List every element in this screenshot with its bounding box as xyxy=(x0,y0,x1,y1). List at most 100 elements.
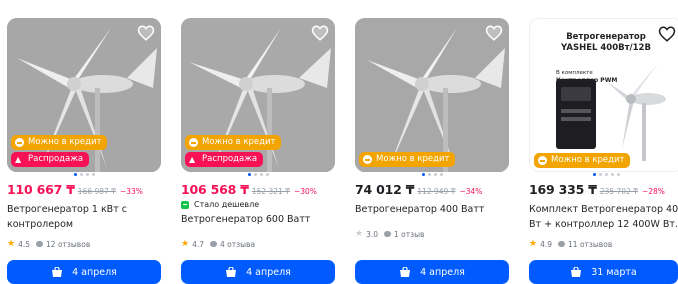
add-to-cart-button[interactable]: 4 апреля xyxy=(7,260,161,284)
delivery-date: 31 марта xyxy=(591,266,637,278)
credit-icon xyxy=(538,156,547,165)
product-card[interactable]: Можно в кредит 74 012 ₸ 112 949 ₸ −34% В… xyxy=(355,18,509,284)
product-title-line[interactable]: Вт + контроллер 12 400W Вт... xyxy=(529,217,678,232)
rating: ★ 4.5 12 отзывов xyxy=(7,239,90,249)
product-title-line[interactable]: Ветрогенератор 600 Ватт xyxy=(181,212,333,227)
old-price: 152 321 ₸ xyxy=(251,187,290,196)
rating-value: 3.0 xyxy=(366,229,379,239)
comment-icon xyxy=(210,241,218,247)
sale-badge: ▲ Распродажа xyxy=(185,152,264,167)
credit-badge-label: Можно в кредит xyxy=(202,137,276,147)
promo-subtitle-line: Контроллер PWM xyxy=(556,77,618,84)
add-to-cart-button[interactable]: 31 марта xyxy=(529,260,678,284)
credit-badge: Можно в кредит xyxy=(534,153,631,168)
rating: ★ 4.9 11 отзывов xyxy=(529,239,612,249)
discount: −33% xyxy=(119,187,143,196)
promo-title-line: YASHEL 400Вт/12В xyxy=(561,43,651,53)
price-row: 110 667 ₸ 166 987 ₸ −33% xyxy=(7,182,143,197)
comment-icon xyxy=(558,241,566,247)
shopping-bag-icon xyxy=(226,267,237,277)
shopping-bag-icon xyxy=(571,267,582,277)
delivery-date: 4 апреля xyxy=(420,266,465,278)
heart-icon[interactable] xyxy=(658,25,676,43)
comment-icon xyxy=(36,241,44,247)
credit-badge-label: Можно в кредит xyxy=(376,154,450,164)
credit-icon xyxy=(15,138,24,147)
product-title[interactable]: Ветрогенератор 600 Ватт xyxy=(181,212,333,227)
rating: ★ 3.0 1 отзыв xyxy=(355,229,424,239)
price: 74 012 ₸ xyxy=(355,182,415,197)
product-title[interactable]: Ветрогенератор 1 кВт с контролером xyxy=(7,202,159,232)
credit-badge-label: Можно в кредит xyxy=(551,155,625,165)
price-row: 74 012 ₸ 112 949 ₸ −34% xyxy=(355,182,482,197)
reviews-count[interactable]: 11 отзывов xyxy=(568,240,612,249)
discount: −28% xyxy=(641,187,665,196)
product-title-line[interactable]: Комплект Ветрогенератор 400 xyxy=(529,202,678,217)
reviews-count[interactable]: 4 отзыва xyxy=(220,240,255,249)
discount: −30% xyxy=(293,187,317,196)
product-card[interactable]: Ветрогенератор YASHEL 400Вт/12В В компле… xyxy=(529,18,678,284)
price-drop-label: Стало дешевле xyxy=(181,200,259,209)
image-pagination xyxy=(7,173,161,176)
delivery-date: 4 апреля xyxy=(72,266,117,278)
price: 110 667 ₸ xyxy=(7,182,75,197)
product-title[interactable]: Ветрогенератор 400 Ватт xyxy=(355,202,507,217)
reviews-count[interactable]: 1 отзыв xyxy=(394,230,424,239)
promo-title: Ветрогенератор YASHEL 400Вт/12В xyxy=(530,32,678,54)
credit-badge: Можно в кредит xyxy=(359,152,456,167)
price-down-icon xyxy=(181,200,189,209)
image-pagination xyxy=(181,173,335,176)
fire-icon: ▲ xyxy=(189,155,196,164)
product-card[interactable]: Можно в кредит ▲ Распродажа 110 667 ₸ 166… xyxy=(7,18,161,284)
credit-badge: Можно в кредит xyxy=(185,135,282,150)
add-to-cart-button[interactable]: 4 апреля xyxy=(181,260,335,284)
star-icon: ★ xyxy=(355,229,364,239)
promo-subtitle-line: В комплекте xyxy=(556,70,593,76)
shopping-bag-icon xyxy=(400,267,411,277)
rating-value: 4.5 xyxy=(18,239,31,249)
credit-badge-label: Можно в кредит xyxy=(28,137,102,147)
credit-badge: Можно в кредит xyxy=(11,135,108,150)
product-image[interactable]: Можно в кредит ▲ Распродажа xyxy=(181,18,335,172)
delivery-date: 4 апреля xyxy=(246,266,291,278)
fire-icon: ▲ xyxy=(15,155,22,164)
price-row: 169 335 ₸ 235 702 ₸ −28% xyxy=(529,182,665,197)
credit-icon xyxy=(363,155,372,164)
star-icon: ★ xyxy=(529,239,538,249)
old-price: 166 987 ₸ xyxy=(77,187,116,196)
heart-icon[interactable] xyxy=(485,24,503,42)
product-title[interactable]: Комплект Ветрогенератор 400 Вт + контрол… xyxy=(529,202,678,232)
star-icon: ★ xyxy=(7,239,16,249)
discount: −34% xyxy=(459,187,483,196)
product-title-line[interactable]: Ветрогенератор 400 Ватт xyxy=(355,202,507,217)
shopping-bag-icon xyxy=(52,267,63,277)
product-title-line[interactable]: контролером xyxy=(7,217,159,232)
promo-title-line: Ветрогенератор xyxy=(566,32,646,42)
sale-badge-label: Распродажа xyxy=(28,154,84,164)
price-drop-text: Стало дешевле xyxy=(194,200,260,209)
old-price: 235 702 ₸ xyxy=(599,187,638,196)
promo-subtitle: В комплекте Контроллер PWM xyxy=(556,70,617,85)
price-row: 106 568 ₸ 152 321 ₸ −30% xyxy=(181,182,317,197)
product-title-line[interactable]: Ветрогенератор 1 кВт с xyxy=(7,202,159,217)
product-image[interactable]: Можно в кредит ▲ Распродажа xyxy=(7,18,161,172)
rating: ★ 4.7 4 отзыва xyxy=(181,239,255,249)
sale-badge-label: Распродажа xyxy=(202,154,258,164)
product-image[interactable]: Можно в кредит xyxy=(355,18,509,172)
price: 106 568 ₸ xyxy=(181,182,249,197)
rating-value: 4.7 xyxy=(192,239,205,249)
product-card[interactable]: Можно в кредит ▲ Распродажа 106 568 ₸ 152… xyxy=(181,18,335,284)
price: 169 335 ₸ xyxy=(529,182,597,197)
add-to-cart-button[interactable]: 4 апреля xyxy=(355,260,509,284)
image-pagination xyxy=(529,173,678,176)
comment-icon xyxy=(384,231,392,237)
reviews-count[interactable]: 12 отзывов xyxy=(46,240,90,249)
rating-value: 4.9 xyxy=(540,239,553,249)
heart-icon[interactable] xyxy=(137,24,155,42)
sale-badge: ▲ Распродажа xyxy=(11,152,90,167)
old-price: 112 949 ₸ xyxy=(417,187,456,196)
image-pagination xyxy=(355,173,509,176)
credit-icon xyxy=(189,138,198,147)
product-image[interactable]: Ветрогенератор YASHEL 400Вт/12В В компле… xyxy=(529,18,678,172)
heart-icon[interactable] xyxy=(311,24,329,42)
